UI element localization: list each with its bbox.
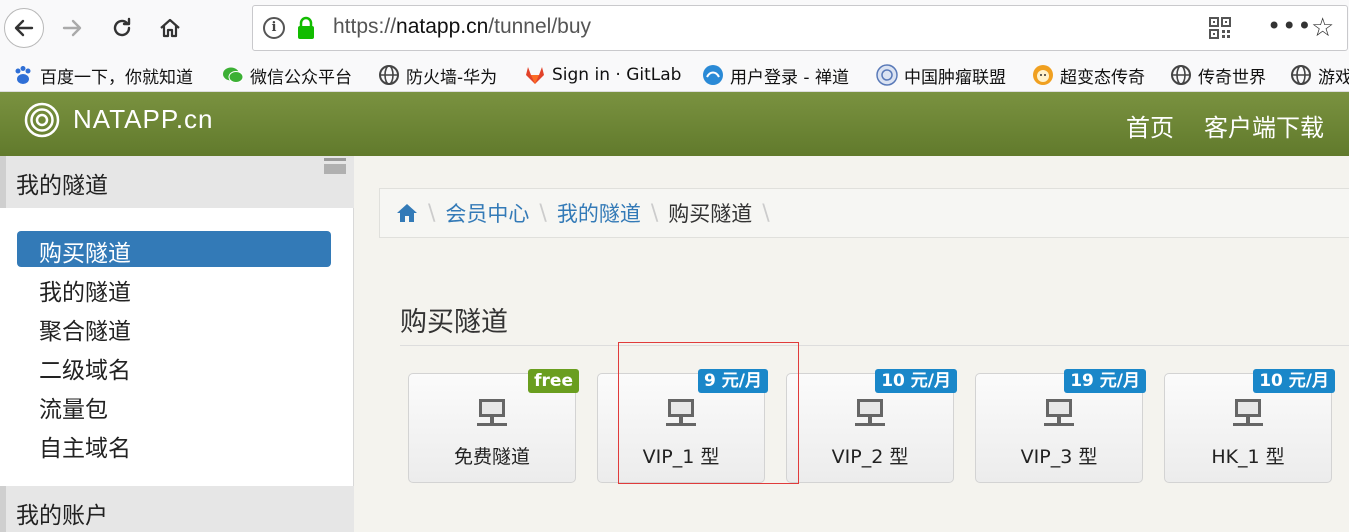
- bookmark-chandao[interactable]: 用户登录 - 禅道: [702, 62, 849, 88]
- gitlab-icon: [526, 67, 544, 84]
- breadcrumb-member-center[interactable]: 会员中心: [445, 198, 529, 228]
- sidebar-item-subdomains[interactable]: 二级域名: [17, 348, 331, 384]
- natapp-logo-icon[interactable]: [24, 102, 60, 138]
- breadcrumb: \ 会员中心 \ 我的隧道 \ 购买隧道 \: [379, 188, 1349, 238]
- bookmark-tumor-alliance[interactable]: 中国肿瘤联盟: [876, 62, 1006, 88]
- nav-home-link[interactable]: 首页: [1126, 108, 1174, 143]
- globe-icon: [1291, 65, 1311, 85]
- bookmark-label: 游戏: [1318, 67, 1349, 88]
- sidebar-section-label: 我的账户: [16, 503, 108, 529]
- home-icon: [160, 18, 180, 38]
- baidu-paw-icon: [15, 66, 31, 84]
- sidebar-item-aggregate-tunnels[interactable]: 聚合隧道: [17, 309, 331, 345]
- bookmark-firewall[interactable]: 防火墙-华为: [378, 62, 497, 88]
- title-divider: [400, 345, 1349, 346]
- breadcrumb-separator: \: [539, 200, 547, 226]
- bookmark-games[interactable]: 游戏: [1290, 62, 1349, 88]
- tunnel-card-label: 免费隧道: [453, 446, 530, 468]
- server-icon: [1233, 399, 1263, 426]
- bookmark-label: Sign in · GitLab: [552, 65, 682, 85]
- bookmarks-bar: 百度一下，你就知道 微信公众平台 防火墙-华为 Sign in · GitLab…: [0, 58, 1349, 92]
- tunnel-card-free[interactable]: free 免费隧道: [408, 369, 579, 483]
- bookmark-gitlab[interactable]: Sign in · GitLab: [524, 62, 681, 88]
- site-logo-text[interactable]: NATAPP.cn: [73, 104, 214, 135]
- bookmark-label: 微信公众平台: [250, 67, 352, 88]
- browser-toolbar: i https://natapp.cn/tunnel/buy ••• ☆: [0, 0, 1349, 58]
- bookmark-label: 防火墙-华为: [406, 67, 498, 88]
- bookmark-legend-game[interactable]: 超变态传奇: [1032, 62, 1145, 88]
- price-badge: 10 元/月: [875, 369, 957, 393]
- tunnel-card-label: HK_1 型: [1211, 446, 1285, 468]
- bookmark-baidu[interactable]: 百度一下，你就知道: [12, 62, 193, 88]
- wechat-icon: [223, 67, 244, 83]
- seal-icon: [876, 64, 898, 86]
- face-icon: [1033, 65, 1053, 85]
- bookmark-label: 超变态传奇: [1060, 67, 1145, 88]
- url-path: /tunnel/buy: [488, 15, 592, 38]
- breadcrumb-separator: \: [650, 200, 659, 226]
- reload-button[interactable]: [102, 8, 142, 48]
- price-badge: 19 元/月: [1064, 369, 1146, 393]
- sidebar-item-my-tunnels[interactable]: 我的隧道: [17, 270, 331, 306]
- bookmark-label: 中国肿瘤联盟: [904, 67, 1006, 88]
- globe-icon: [379, 65, 399, 85]
- sidebar-item-custom-domains[interactable]: 自主域名: [17, 426, 331, 462]
- bookmark-legend-world[interactable]: 传奇世界: [1170, 62, 1266, 88]
- chandao-icon: [703, 65, 723, 85]
- arrow-left-icon: [14, 19, 34, 37]
- globe-icon: [1171, 65, 1191, 85]
- qr-code-icon[interactable]: [1209, 17, 1231, 39]
- tunnel-card-label: VIP_2 型: [831, 446, 909, 468]
- selection-highlight-box: [618, 342, 799, 484]
- url-text[interactable]: https://natapp.cn/tunnel/buy: [333, 15, 591, 39]
- sidebar-item-buy-tunnel[interactable]: 购买隧道: [17, 231, 331, 267]
- sidebar-section-label: 我的隧道: [16, 173, 108, 199]
- arrow-right-icon: [62, 19, 82, 37]
- price-badge: free: [528, 369, 579, 393]
- back-button[interactable]: [4, 8, 44, 48]
- nav-client-download-link[interactable]: 客户端下载: [1204, 108, 1324, 143]
- server-icon: [855, 399, 885, 426]
- tunnel-card-vip2[interactable]: 10 元/月 VIP_2 型: [786, 369, 957, 483]
- breadcrumb-my-tunnels[interactable]: 我的隧道: [557, 198, 641, 228]
- bookmark-label: 传奇世界: [1198, 67, 1266, 88]
- server-icon: [1044, 399, 1074, 426]
- sidebar-item-traffic-packs[interactable]: 流量包: [17, 387, 331, 423]
- tunnel-card-hk1[interactable]: 10 元/月 HK_1 型: [1164, 369, 1335, 483]
- server-icon: [477, 399, 507, 426]
- sidebar-collapse-icon[interactable]: [324, 158, 346, 174]
- reload-icon: [113, 17, 131, 37]
- page-actions-menu-button[interactable]: •••: [1267, 12, 1312, 40]
- breadcrumb-separator: \: [762, 200, 770, 226]
- sidebar-section-my-account[interactable]: 我的账户: [0, 486, 354, 532]
- breadcrumb-current: 购买隧道: [668, 202, 753, 226]
- site-header: NATAPP.cn 首页 客户端下载: [0, 92, 1349, 156]
- sidebar: 我的隧道 购买隧道 我的隧道 聚合隧道 二级域名 流量包 自主域名 我的账户: [0, 156, 354, 532]
- url-scheme: https://: [333, 15, 397, 38]
- page-title: 购买隧道: [400, 307, 508, 338]
- sidebar-section-my-tunnels[interactable]: 我的隧道: [0, 156, 354, 208]
- info-icon[interactable]: i: [263, 17, 285, 39]
- url-domain: natapp.cn: [396, 15, 489, 38]
- home-icon[interactable]: [396, 202, 418, 224]
- address-bar[interactable]: i https://natapp.cn/tunnel/buy ••• ☆: [252, 5, 1348, 51]
- price-badge: 10 元/月: [1253, 369, 1335, 393]
- bookmark-label: 百度一下，你就知道: [40, 67, 193, 88]
- tunnel-card-label: VIP_3 型: [1020, 446, 1098, 468]
- tunnel-card-vip3[interactable]: 19 元/月 VIP_3 型: [975, 369, 1146, 483]
- bookmark-wechat[interactable]: 微信公众平台: [222, 62, 352, 88]
- bookmark-label: 用户登录 - 禅道: [730, 67, 849, 88]
- bookmark-star-icon[interactable]: ☆: [1311, 13, 1334, 43]
- forward-button[interactable]: [52, 8, 92, 48]
- breadcrumb-separator: \: [428, 200, 436, 226]
- home-button[interactable]: [150, 8, 190, 48]
- lock-icon: [298, 16, 314, 39]
